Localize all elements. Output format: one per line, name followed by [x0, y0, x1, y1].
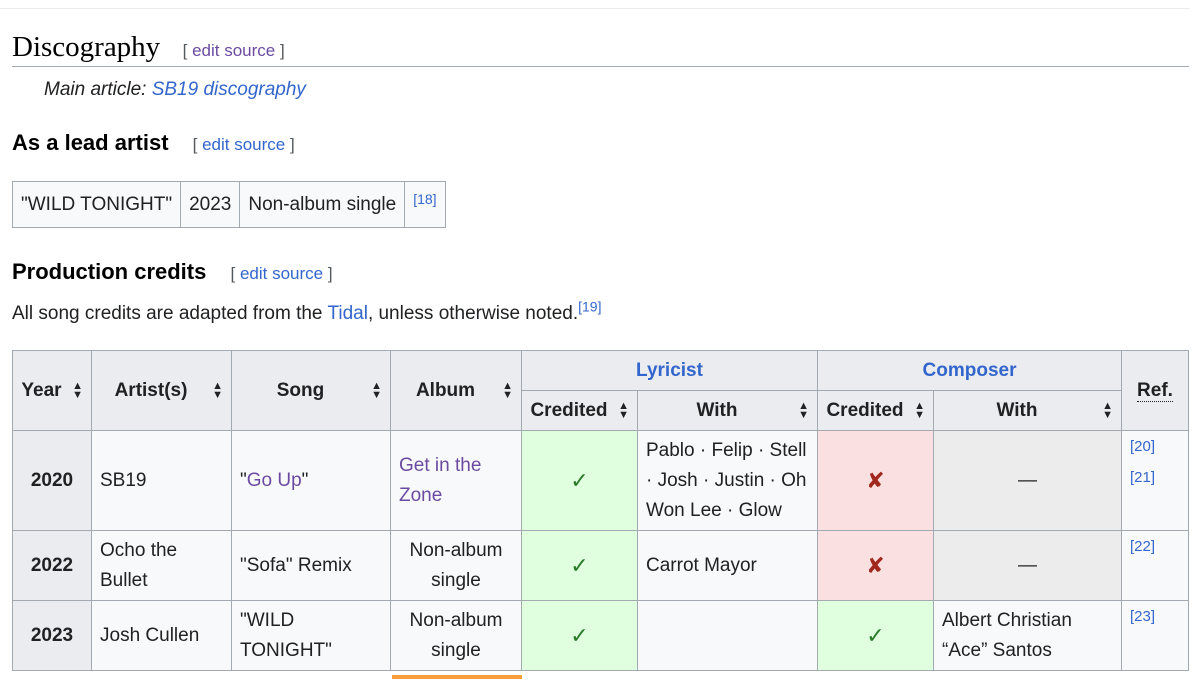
column-header-lyricist-credited[interactable]: Credited ▲ ▼: [521, 390, 638, 431]
header-label: Credited: [530, 399, 608, 421]
lead-album-cell: Non-album single: [239, 181, 406, 228]
song-cell: "WILD TONIGHT": [231, 600, 391, 671]
ref-cell: [20][21]: [1121, 430, 1189, 531]
intro-text-end: , unless otherwise noted.: [367, 303, 579, 324]
lead-song-cell: "WILD TONIGHT": [11, 181, 182, 228]
sort-icon[interactable]: ▲ ▼: [212, 380, 223, 400]
column-header-ref: Ref.: [1121, 350, 1189, 431]
sort-icon[interactable]: ▲ ▼: [618, 400, 629, 420]
header-label: With: [996, 399, 1038, 421]
lead-ref-cell: [18]: [404, 181, 446, 228]
table-row: "WILD TONIGHT" 2023 Non-album single [18…: [11, 181, 446, 228]
check-icon: ✓: [521, 530, 638, 601]
artist-cell: SB19: [91, 430, 232, 531]
song-link[interactable]: Go Up: [247, 470, 302, 491]
column-header-lyricist-with[interactable]: With ▲ ▼: [637, 390, 818, 431]
column-header-song[interactable]: Song ▲ ▼: [231, 350, 391, 431]
column-header-album[interactable]: Album ▲ ▼: [390, 350, 522, 431]
column-header-artists[interactable]: Artist(s) ▲ ▼: [91, 350, 232, 431]
ref-cell: [23]: [1121, 600, 1189, 671]
sort-icon[interactable]: ▲ ▼: [371, 380, 382, 400]
table-header-row: Year ▲ ▼ Artist(s) ▲ ▼ Song ▲ ▼ Album ▲ ▼ Lyrici…: [12, 350, 1189, 431]
cross-icon: ✘: [817, 430, 934, 531]
sort-icon[interactable]: ▲ ▼: [1102, 400, 1113, 420]
album-cell: Get in the Zone: [390, 430, 522, 531]
artist-cell: Josh Cullen: [91, 600, 232, 671]
reference-link[interactable]: [19]: [578, 299, 601, 315]
credits-intro-paragraph: All song credits are adapted from the Ti…: [12, 300, 601, 328]
production-credits-table: Year ▲ ▼ Artist(s) ▲ ▼ Song ▲ ▼ Album ▲ ▼ Lyrici…: [12, 350, 1189, 671]
composer-with-cell: —: [933, 530, 1122, 601]
column-group-lyricist: Lyricist: [521, 350, 818, 391]
edit-section-bracket: [ edit source ]: [182, 41, 285, 60]
heading-production-credits: Production credits [ edit source ]: [12, 257, 333, 289]
lyricist-with-cell: [637, 600, 818, 671]
column-group-composer: Composer: [817, 350, 1122, 391]
header-label: Credited: [826, 399, 904, 421]
quote: ": [301, 469, 309, 491]
intro-text: All song credits are adapted from the: [12, 303, 328, 324]
reference-link[interactable]: [23]: [1130, 608, 1155, 625]
edit-source-link[interactable]: edit source: [202, 135, 285, 154]
header-label: Album: [415, 379, 476, 401]
lyricist-link[interactable]: Lyricist: [636, 360, 703, 381]
header-label: Year: [21, 379, 62, 401]
reference-link[interactable]: [18]: [413, 191, 436, 207]
top-divider: [0, 8, 1190, 9]
cross-icon: ✘: [817, 530, 934, 601]
lyricist-with-cell: Carrot Mayor: [637, 530, 818, 601]
edit-source-link[interactable]: edit source: [192, 41, 275, 60]
ref-abbr: Ref.: [1137, 379, 1173, 402]
album-cell: Non-album single: [390, 600, 522, 671]
check-icon: ✓: [521, 430, 638, 531]
table-row: 2023 Josh Cullen "WILD TONIGHT" Non-albu…: [12, 600, 1189, 671]
hatnote: Main article: SB19 discography: [44, 76, 306, 104]
check-icon: ✓: [817, 600, 934, 671]
header-label: With: [696, 399, 738, 421]
lead-artist-table: "WILD TONIGHT" 2023 Non-album single [18…: [11, 181, 446, 228]
year-cell: 2020: [12, 430, 92, 531]
tidal-link[interactable]: Tidal: [327, 303, 367, 324]
check-icon: ✓: [521, 600, 638, 671]
quote: ": [240, 469, 247, 491]
reference-link[interactable]: [22]: [1130, 538, 1155, 555]
hatnote-prefix: Main article:: [44, 79, 152, 100]
scroll-indicator: [392, 675, 522, 679]
heading-lead-artist: As a lead artist [ edit source ]: [12, 128, 295, 160]
table-row: 2022 Ocho the Bullet "Sofa" Remix Non-al…: [12, 530, 1189, 601]
sort-icon[interactable]: ▲ ▼: [914, 400, 925, 420]
sort-icon[interactable]: ▲ ▼: [502, 380, 513, 400]
lyricist-with-cell: Pablo · Felip · Stell · Josh · Justin · …: [637, 430, 818, 531]
heading-production-credits-text: Production credits: [12, 259, 207, 284]
year-cell: 2023: [12, 600, 92, 671]
edit-section-bracket: [ edit source ]: [230, 264, 333, 283]
album-cell: Non-album single: [390, 530, 522, 601]
column-header-year[interactable]: Year ▲ ▼: [12, 350, 92, 431]
table-row: 2020 SB19 "Go Up" Get in the Zone ✓ Pabl…: [12, 430, 1189, 531]
composer-link[interactable]: Composer: [923, 360, 1017, 381]
section-heading-discography: Discography [ edit source ]: [12, 28, 1189, 67]
main-article-link[interactable]: SB19 discography: [152, 79, 306, 100]
song-cell: "Go Up": [231, 430, 391, 531]
artist-cell: Ocho the Bullet: [91, 530, 232, 601]
column-header-composer-with[interactable]: With ▲ ▼: [933, 390, 1122, 431]
header-label: Artist(s): [114, 379, 188, 401]
edit-section-bracket: [ edit source ]: [192, 135, 295, 154]
ref-cell: [22]: [1121, 530, 1189, 601]
song-cell: "Sofa" Remix: [231, 530, 391, 601]
sort-icon[interactable]: ▲ ▼: [798, 400, 809, 420]
heading-lead-artist-text: As a lead artist: [12, 130, 169, 155]
edit-source-link[interactable]: edit source: [240, 264, 323, 283]
reference-link[interactable]: [20][21]: [1130, 438, 1155, 486]
sort-icon[interactable]: ▲ ▼: [72, 380, 83, 400]
album-link[interactable]: Get in the Zone: [399, 455, 481, 506]
column-header-composer-credited[interactable]: Credited ▲ ▼: [817, 390, 934, 431]
composer-with-cell: Albert Christian “Ace” Santos: [933, 600, 1122, 671]
lead-year-cell: 2023: [180, 181, 241, 228]
page-section-title: Discography: [12, 31, 161, 63]
composer-with-cell: —: [933, 430, 1122, 531]
header-label: Song: [276, 379, 325, 401]
year-cell: 2022: [12, 530, 92, 601]
